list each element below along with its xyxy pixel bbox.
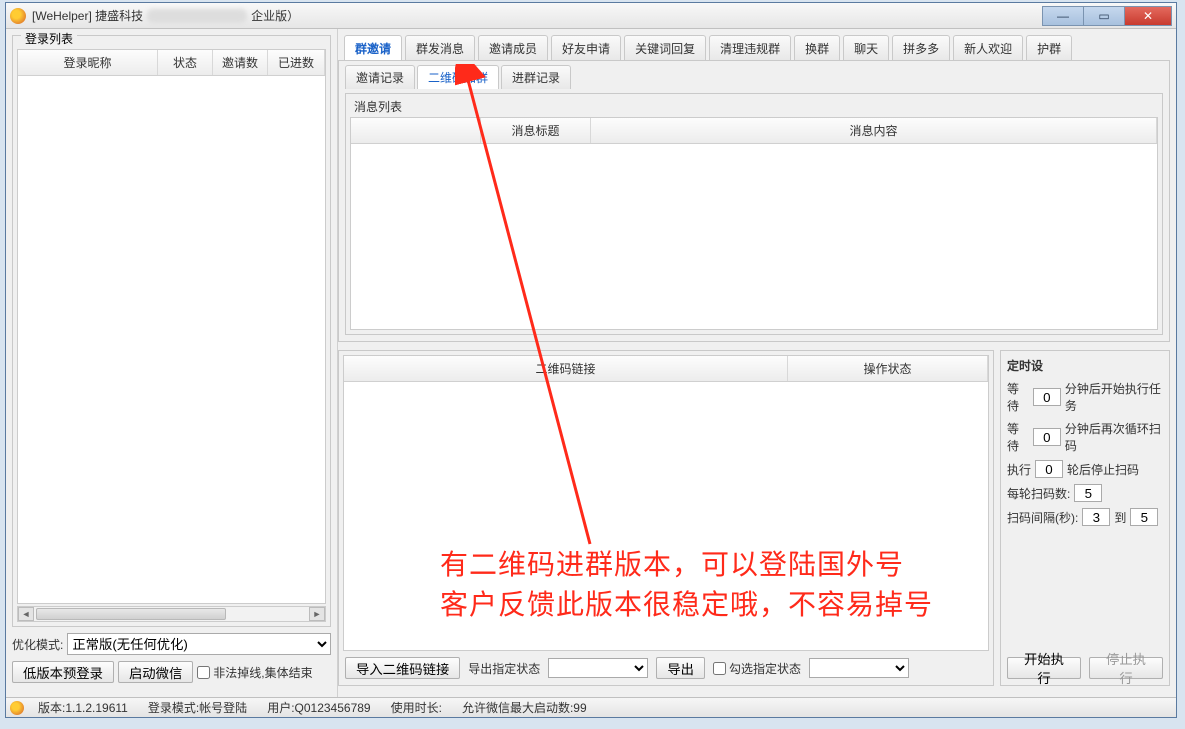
login-hscroll[interactable]: ◄ ►	[17, 606, 326, 622]
export-status-label: 导出指定状态	[468, 660, 540, 677]
scroll-thumb[interactable]	[36, 608, 226, 620]
main-tab-2[interactable]: 邀请成员	[478, 35, 548, 60]
offline-checkbox-label: 非法掉线,集体结束	[213, 664, 312, 681]
login-table-header: 登录昵称 状态 邀请数 已进数	[18, 50, 325, 76]
check-status-checkbox[interactable]: 勾选指定状态	[713, 660, 801, 677]
msg-col-blank[interactable]	[351, 118, 481, 143]
wait1-pre: 等待	[1007, 380, 1029, 414]
status-icon	[10, 701, 24, 715]
wait1-input[interactable]	[1033, 388, 1061, 406]
col-nickname[interactable]: 登录昵称	[18, 50, 158, 75]
status-use-time: 使用时长:	[381, 699, 452, 716]
msg-list-label: 消息列表	[350, 96, 1158, 117]
sub-tabs: 邀请记录二维码加群进群记录	[345, 65, 1163, 89]
login-list-label: 登录列表	[21, 30, 77, 47]
status-user: 用户:Q0123456789	[257, 699, 380, 716]
main-tabs: 群邀请群发消息邀请成员好友申请关键词回复清理违规群换群聊天拼多多新人欢迎护群	[338, 35, 1170, 61]
perround-pre: 每轮扫码数:	[1007, 485, 1070, 502]
check-status-select[interactable]	[809, 658, 909, 678]
exec-post: 轮后停止扫码	[1067, 461, 1139, 478]
import-qr-button[interactable]: 导入二维码链接	[345, 657, 460, 679]
app-icon	[10, 8, 26, 24]
export-button[interactable]: 导出	[656, 657, 705, 679]
interval-to-lbl: 到	[1114, 509, 1126, 526]
main-tab-6[interactable]: 换群	[794, 35, 840, 60]
status-version: 版本:1.1.2.19611	[28, 699, 138, 716]
sub-tab-0[interactable]: 邀请记录	[345, 65, 415, 89]
qr-col-status[interactable]: 操作状态	[788, 356, 988, 381]
export-status-select[interactable]	[548, 658, 648, 678]
right-panel: 群邀请群发消息邀请成员好友申请关键词回复清理违规群换群聊天拼多多新人欢迎护群 邀…	[338, 29, 1176, 697]
mode-select[interactable]: 正常版(无任何优化)	[67, 633, 331, 655]
stop-execute-button[interactable]: 停止执行	[1089, 657, 1163, 679]
main-tab-1[interactable]: 群发消息	[405, 35, 475, 60]
msg-col-title[interactable]: 消息标题	[481, 118, 591, 143]
edition-text: 企业版）	[251, 7, 299, 24]
app-title: [WeHelper] 捷盛科技	[32, 7, 143, 24]
col-joined[interactable]: 已进数	[268, 50, 325, 75]
status-max-start: 允许微信最大启动数:99	[452, 699, 597, 716]
close-button[interactable]: ✕	[1124, 6, 1172, 26]
wait2-post: 分钟后再次循环扫码	[1065, 420, 1163, 454]
start-execute-button[interactable]: 开始执行	[1007, 657, 1081, 679]
main-tab-3[interactable]: 好友申请	[551, 35, 621, 60]
mode-label: 优化模式:	[12, 636, 63, 653]
interval-pre: 扫码间隔(秒):	[1007, 509, 1078, 526]
col-status[interactable]: 状态	[158, 50, 213, 75]
wait2-input[interactable]	[1033, 428, 1061, 446]
minimize-button[interactable]: —	[1042, 6, 1084, 26]
sub-tab-2[interactable]: 进群记录	[501, 65, 571, 89]
main-tab-9[interactable]: 新人欢迎	[953, 35, 1023, 60]
exec-input[interactable]	[1035, 460, 1063, 478]
offline-checkbox-input[interactable]	[197, 666, 210, 679]
main-tab-8[interactable]: 拼多多	[892, 35, 950, 60]
title-blur	[147, 9, 247, 23]
wait2-pre: 等待	[1007, 420, 1029, 454]
exec-pre: 执行	[1007, 461, 1031, 478]
col-invite[interactable]: 邀请数	[213, 50, 268, 75]
timer-title: 定时设	[1007, 357, 1163, 374]
msg-col-content[interactable]: 消息内容	[591, 118, 1157, 143]
main-tab-0[interactable]: 群邀请	[344, 35, 402, 60]
start-wechat-button[interactable]: 启动微信	[118, 661, 193, 683]
timer-panel: 定时设 等待 分钟后开始执行任务 等待 分钟后再次循环扫码 执行 轮	[1000, 350, 1170, 686]
main-tab-10[interactable]: 护群	[1026, 35, 1072, 60]
check-status-label: 勾选指定状态	[729, 660, 801, 677]
qr-links-panel: 二维码链接 操作状态 导入二维码链接 导出指定状态 导出 勾选指定状态	[338, 350, 994, 686]
login-table-body	[18, 76, 325, 603]
low-version-login-button[interactable]: 低版本预登录	[12, 661, 114, 683]
main-tab-5[interactable]: 清理违规群	[709, 35, 791, 60]
titlebar: [WeHelper] 捷盛科技 企业版） — ▭ ✕	[6, 3, 1176, 29]
interval-to-input[interactable]	[1130, 508, 1158, 526]
scroll-right-arrow[interactable]: ►	[309, 607, 325, 621]
status-login-mode: 登录模式:帐号登陆	[138, 699, 257, 716]
statusbar: 版本:1.1.2.19611 登录模式:帐号登陆 用户:Q0123456789 …	[6, 697, 1176, 717]
message-table: 消息标题 消息内容	[350, 117, 1158, 330]
offline-checkbox[interactable]: 非法掉线,集体结束	[197, 664, 312, 681]
wait1-post: 分钟后开始执行任务	[1065, 380, 1163, 414]
main-tab-7[interactable]: 聊天	[843, 35, 889, 60]
sub-tab-1[interactable]: 二维码加群	[417, 65, 499, 89]
maximize-button[interactable]: ▭	[1083, 6, 1125, 26]
check-status-input[interactable]	[713, 662, 726, 675]
left-panel: 登录列表 登录昵称 状态 邀请数 已进数 ◄ ► 优化模式	[6, 29, 338, 697]
interval-from-input[interactable]	[1082, 508, 1110, 526]
scroll-left-arrow[interactable]: ◄	[18, 607, 34, 621]
login-table: 登录昵称 状态 邀请数 已进数	[17, 49, 326, 604]
perround-input[interactable]	[1074, 484, 1102, 502]
main-tab-4[interactable]: 关键词回复	[624, 35, 706, 60]
qr-col-link[interactable]: 二维码链接	[344, 356, 788, 381]
